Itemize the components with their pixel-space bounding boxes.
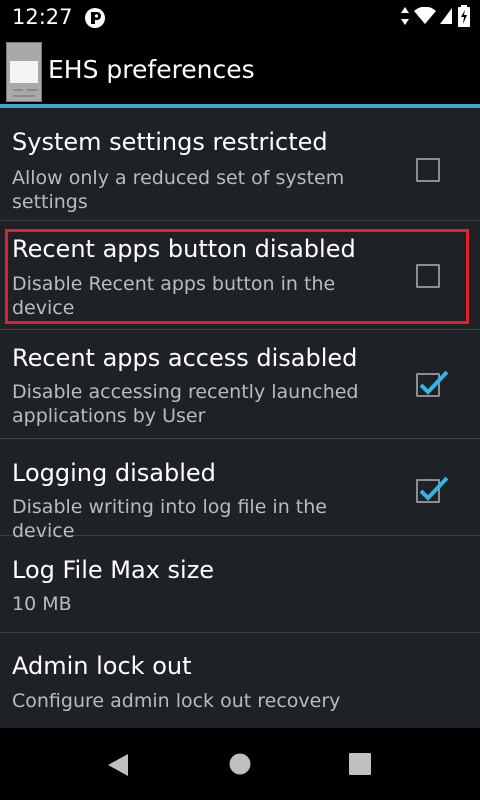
pref-system-settings-restricted[interactable]: System settings restricted Allow only a … xyxy=(0,112,480,221)
pref-title: System settings restricted xyxy=(12,128,328,156)
pref-summary: 10 MB xyxy=(12,593,72,615)
pref-log-file-max-size[interactable]: Log File Max size 10 MB xyxy=(0,536,480,633)
battery-charging-icon xyxy=(458,5,470,31)
notification-icon xyxy=(84,7,106,29)
app-icon[interactable] xyxy=(6,42,42,102)
pref-summary: Disable accessing recently launched appl… xyxy=(12,381,359,427)
pref-title: Admin lock out xyxy=(12,652,192,680)
checkmark-icon xyxy=(419,476,449,501)
pref-summary: Disable Recent apps button in the device xyxy=(12,273,336,319)
action-bar: EHS preferences xyxy=(0,37,480,104)
wifi-icon xyxy=(414,6,436,29)
checkbox-recent-apps-access-disabled[interactable] xyxy=(416,370,449,397)
status-icons xyxy=(400,5,470,31)
pref-title: Recent apps access disabled xyxy=(12,344,358,372)
checkbox-system-settings-restricted[interactable] xyxy=(416,158,440,182)
pref-recent-apps-button-disabled[interactable]: Recent apps button disabled Disable Rece… xyxy=(0,221,480,330)
pref-title: Recent apps button disabled xyxy=(12,235,356,263)
pref-recent-apps-access-disabled[interactable]: Recent apps access disabled Disable acce… xyxy=(0,330,480,439)
checkbox-logging-disabled[interactable] xyxy=(416,476,449,503)
pref-logging-disabled[interactable]: Logging disabled Disable writing into lo… xyxy=(0,439,480,542)
preference-list: System settings restricted Allow only a … xyxy=(0,108,480,728)
pref-title: Log File Max size xyxy=(12,556,215,584)
pref-summary: Configure admin lock out recovery xyxy=(12,690,341,712)
signal-icon xyxy=(440,6,454,30)
recents-icon[interactable] xyxy=(348,752,374,778)
home-icon[interactable] xyxy=(228,752,254,778)
pref-admin-lock-out[interactable]: Admin lock out Configure admin lock out … xyxy=(0,633,480,728)
data-arrows-icon xyxy=(400,6,410,30)
pref-title: Logging disabled xyxy=(12,459,216,487)
pref-summary: Allow only a reduced set of system setti… xyxy=(12,167,345,213)
checkbox-recent-apps-button-disabled[interactable] xyxy=(416,264,440,288)
status-time: 12:27 xyxy=(12,5,73,29)
navigation-bar xyxy=(0,728,480,800)
checkmark-icon xyxy=(419,370,449,395)
back-icon[interactable] xyxy=(106,752,132,778)
page-title: EHS preferences xyxy=(48,55,255,84)
status-bar: 12:27 xyxy=(0,0,480,37)
